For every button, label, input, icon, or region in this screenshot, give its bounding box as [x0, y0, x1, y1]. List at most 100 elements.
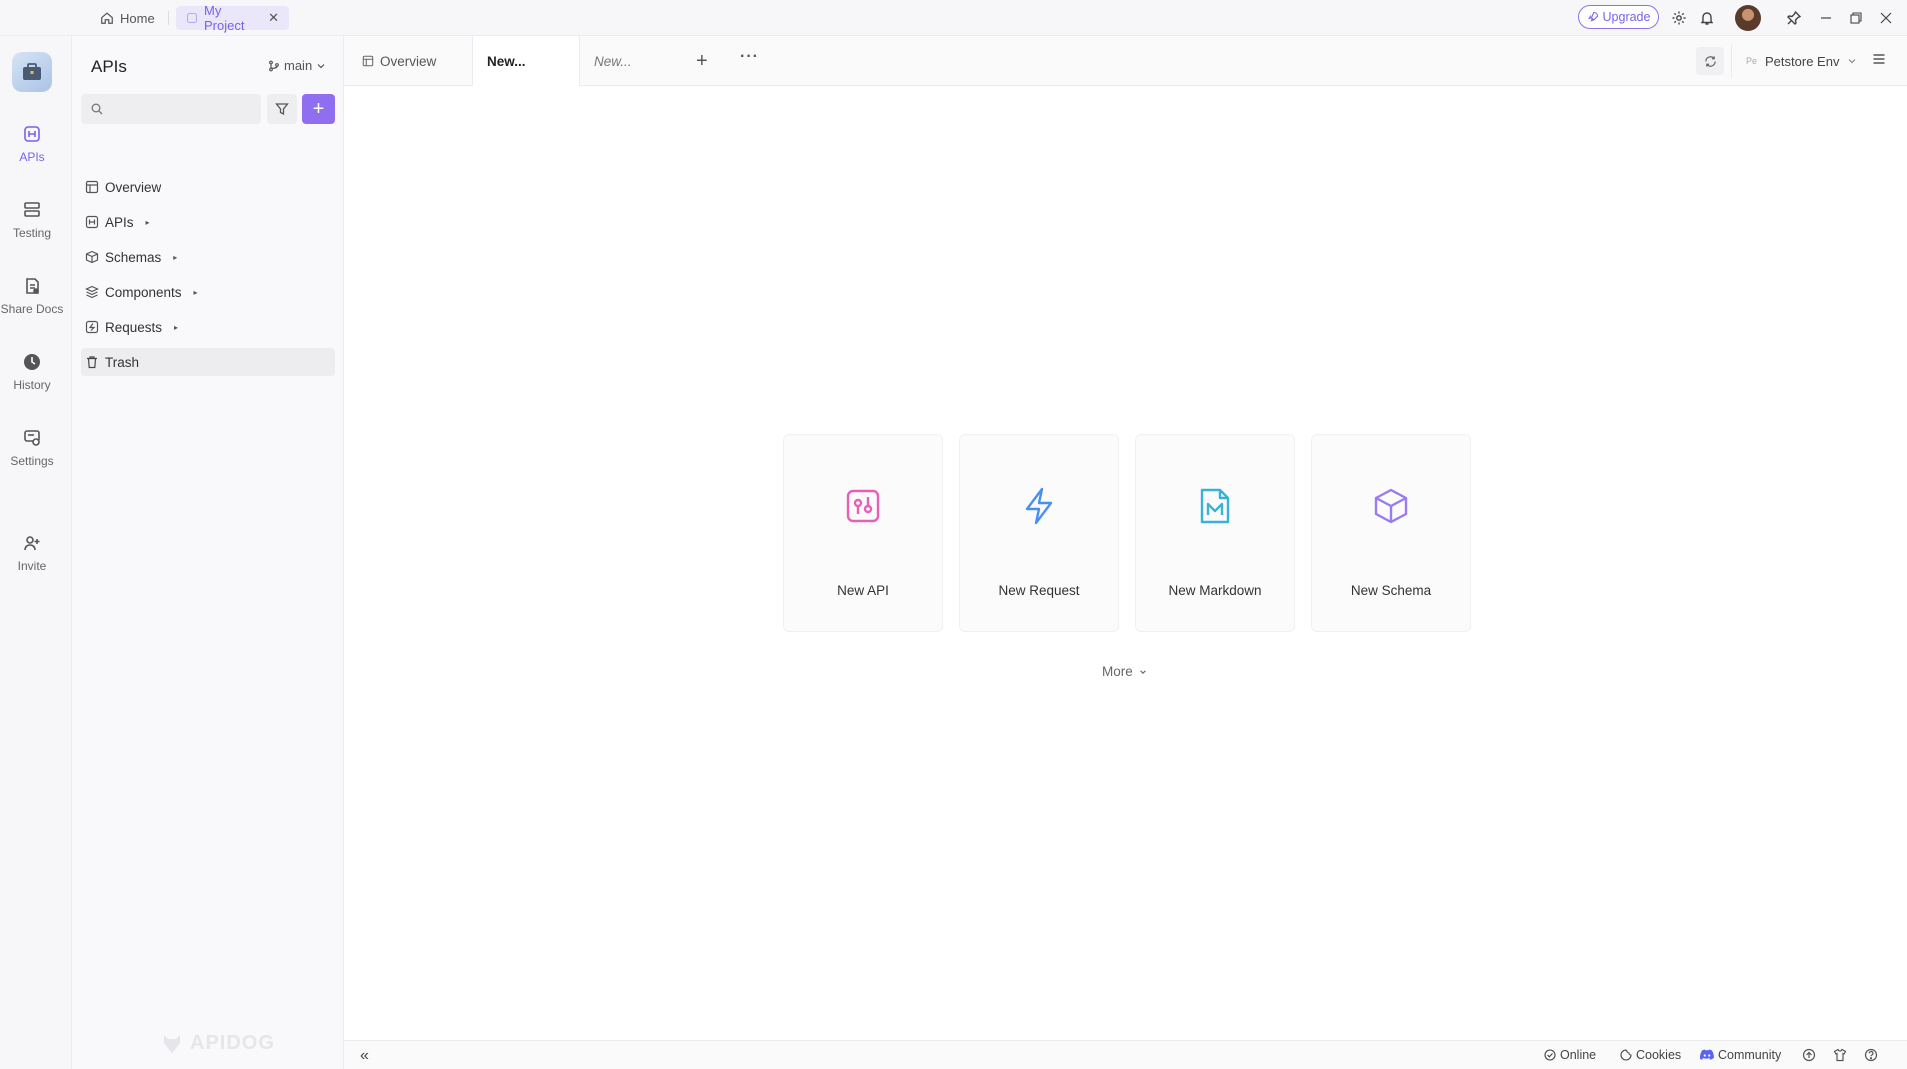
- title-bar: Home My Project ✕ Upgrade: [0, 0, 1907, 36]
- check-circle-icon: [1544, 1049, 1556, 1061]
- new-request-card[interactable]: New Request: [959, 434, 1119, 632]
- new-schema-card[interactable]: New Schema: [1311, 434, 1471, 632]
- sidebar-item-overview[interactable]: Overview: [81, 173, 335, 201]
- window-close-icon[interactable]: [1876, 8, 1896, 28]
- caret-right-icon[interactable]: ▸: [146, 218, 150, 227]
- tab-new-active[interactable]: New...: [472, 36, 580, 87]
- project-icon: [186, 12, 198, 24]
- close-icon[interactable]: ✕: [268, 10, 279, 26]
- apidog-watermark: APIDOG: [160, 1032, 275, 1055]
- discord-icon: [1700, 1049, 1714, 1061]
- branch-selector[interactable]: main: [268, 58, 326, 73]
- trash-icon: [85, 355, 99, 369]
- pin-icon[interactable]: [1784, 8, 1804, 28]
- cookies-label: Cookies: [1636, 1048, 1682, 1062]
- upgrade-label: Upgrade: [1602, 10, 1651, 24]
- cookies-button[interactable]: Cookies: [1620, 1048, 1681, 1062]
- filter-button[interactable]: [267, 94, 297, 124]
- sidebar: APIs main + Overview APIs ▸ Schemas ▸ Co…: [72, 36, 344, 1069]
- sidebar-item-label: Overview: [105, 179, 162, 195]
- tab-new-preview[interactable]: New...: [580, 36, 688, 86]
- rail-item-label: APIs: [19, 150, 45, 164]
- add-tab-icon[interactable]: +: [696, 50, 708, 73]
- invite-icon: [22, 533, 42, 553]
- apidog-logo-icon: [160, 1033, 184, 1055]
- project-tab-label: My Project: [204, 3, 245, 33]
- more-tabs-icon[interactable]: ···: [740, 48, 759, 66]
- filter-icon: [275, 102, 289, 116]
- rail-item-label: Invite: [17, 559, 47, 573]
- environment-label: Petstore Env: [1765, 53, 1840, 69]
- add-button[interactable]: +: [302, 94, 335, 124]
- status-bar: « Online Cookies Community: [344, 1040, 1907, 1069]
- tab-overview[interactable]: Overview: [344, 36, 472, 86]
- card-label: New Schema: [1350, 583, 1432, 598]
- main-content: New API New Request New Markdown New Sch…: [344, 86, 1907, 1040]
- sidebar-title: APIs: [91, 57, 127, 76]
- project-tab[interactable]: My Project ✕: [176, 3, 289, 33]
- rail-item-share-docs[interactable]: Share Docs: [0, 265, 64, 327]
- rail-item-history[interactable]: History: [0, 341, 64, 403]
- api-icon: [22, 124, 42, 144]
- rail-item-invite[interactable]: Invite: [0, 522, 64, 584]
- rail-item-label: Settings: [10, 454, 54, 468]
- caret-right-icon[interactable]: ▸: [194, 288, 198, 297]
- sidebar-item-label: Trash: [105, 354, 140, 370]
- chevron-down-icon: [1847, 56, 1857, 66]
- home-icon: [100, 11, 114, 25]
- more-label: More: [1102, 664, 1133, 679]
- sidebar-item-apis[interactable]: APIs ▸: [81, 208, 335, 236]
- help-icon[interactable]: [1864, 1048, 1878, 1062]
- gear-icon[interactable]: [1669, 8, 1689, 28]
- refresh-button[interactable]: [1696, 47, 1724, 75]
- sidebar-item-requests[interactable]: Requests ▸: [81, 313, 335, 341]
- plus-icon: +: [312, 97, 325, 120]
- upload-icon[interactable]: [1802, 1048, 1816, 1062]
- sidebar-item-label: Requests: [105, 319, 163, 335]
- rail-item-settings[interactable]: Settings: [0, 417, 64, 479]
- cookie-icon: [1620, 1049, 1632, 1061]
- rail-item-label: Testing: [12, 226, 52, 240]
- components-icon: [85, 285, 99, 299]
- upgrade-button[interactable]: Upgrade: [1578, 5, 1659, 29]
- branch-icon: [268, 60, 280, 72]
- rail-item-testing[interactable]: Testing: [0, 189, 64, 251]
- tab-label: New...: [594, 53, 632, 69]
- share-docs-icon: [22, 276, 42, 296]
- minimize-icon[interactable]: [1816, 8, 1836, 28]
- collapse-sidebar-icon[interactable]: «: [360, 1047, 369, 1065]
- avatar[interactable]: [1735, 5, 1761, 31]
- caret-right-icon[interactable]: ▸: [173, 253, 177, 262]
- sidebar-item-components[interactable]: Components ▸: [81, 278, 335, 306]
- new-api-card[interactable]: New API: [783, 434, 943, 632]
- search-icon: [91, 103, 103, 115]
- project-logo[interactable]: [12, 52, 52, 92]
- bell-icon[interactable]: [1697, 8, 1717, 28]
- rail-item-apis[interactable]: APIs: [0, 113, 64, 175]
- more-button[interactable]: More: [1102, 664, 1147, 679]
- shirt-icon[interactable]: [1833, 1048, 1847, 1062]
- sidebar-item-trash[interactable]: Trash: [81, 348, 335, 376]
- home-tab[interactable]: Home: [90, 6, 165, 30]
- hamburger-menu-icon[interactable]: [1872, 52, 1886, 66]
- search-input[interactable]: [81, 94, 261, 124]
- community-button[interactable]: Community: [1700, 1048, 1781, 1062]
- tab-label: New...: [487, 54, 526, 69]
- chevron-down-icon: [316, 61, 326, 71]
- env-badge: Pe: [1746, 56, 1758, 66]
- environment-select[interactable]: Pe Petstore Env: [1731, 44, 1865, 78]
- rail-item-label: History: [13, 378, 51, 392]
- online-status[interactable]: Online: [1544, 1048, 1596, 1062]
- caret-right-icon[interactable]: ▸: [174, 323, 178, 332]
- refresh-icon: [1704, 55, 1717, 68]
- online-label: Online: [1560, 1048, 1597, 1062]
- card-label: New Request: [998, 583, 1080, 598]
- settings-icon: [22, 428, 42, 448]
- rail-item-label: Share Docs: [0, 302, 64, 316]
- tab-divider: [168, 11, 169, 25]
- markdown-icon: [1198, 485, 1232, 527]
- card-label: New API: [837, 583, 889, 598]
- new-markdown-card[interactable]: New Markdown: [1135, 434, 1295, 632]
- sidebar-item-schemas[interactable]: Schemas ▸: [81, 243, 335, 271]
- restore-icon[interactable]: [1846, 8, 1866, 28]
